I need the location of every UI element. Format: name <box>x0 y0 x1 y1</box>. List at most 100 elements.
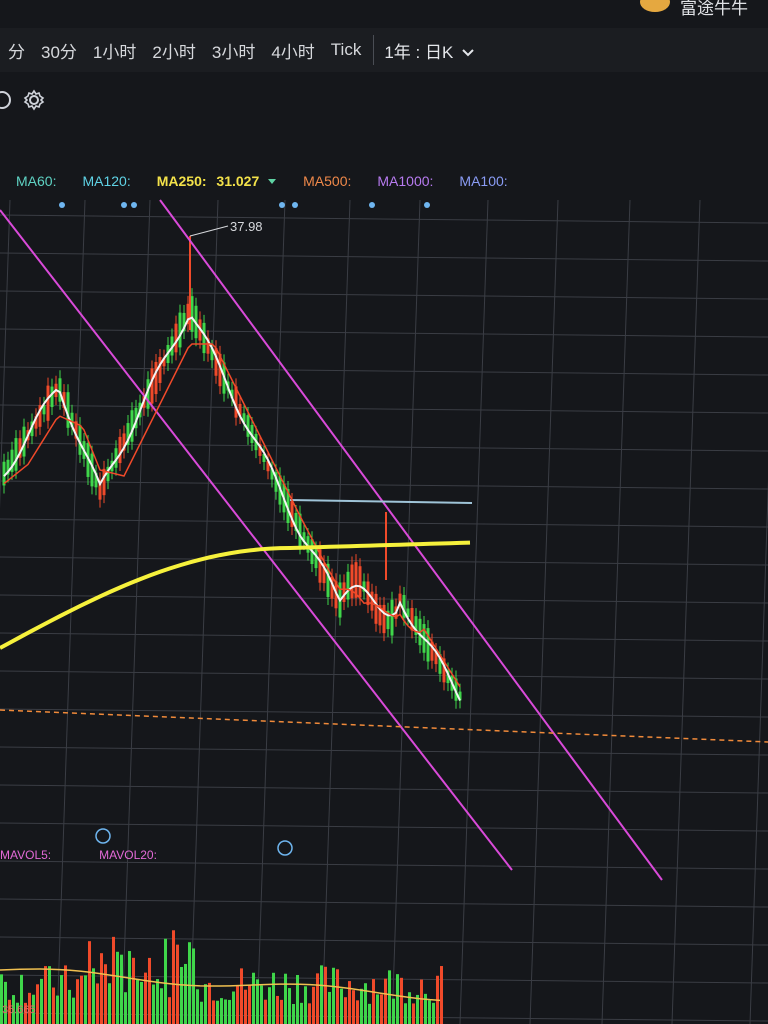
volume-bar <box>240 968 243 1024</box>
mavol20-legend[interactable]: MAVOL20: <box>99 848 157 862</box>
candle-body <box>246 415 250 437</box>
volume-bar <box>216 1000 219 1024</box>
volume-bar <box>120 954 123 1024</box>
volume-bar <box>356 1000 359 1024</box>
grid-h-line <box>0 366 768 376</box>
volume-bar <box>64 965 67 1024</box>
grid-h-line <box>0 746 768 756</box>
candle-body <box>346 571 350 600</box>
volume-value: 35.665 <box>2 1004 36 1016</box>
candle-body <box>350 564 354 599</box>
news-marker-icon <box>277 840 293 856</box>
volume-bar <box>212 1000 215 1024</box>
volume-bar <box>48 966 51 1024</box>
volume-bar <box>172 930 175 1024</box>
volume-bar <box>316 973 319 1024</box>
volume-bar <box>288 988 291 1024</box>
event-marker <box>369 202 375 208</box>
volume-bar <box>184 963 187 1024</box>
event-marker <box>424 202 430 208</box>
mavol5-legend[interactable]: MAVOL5: <box>0 848 51 862</box>
volume-bar <box>296 975 299 1024</box>
volume-bar <box>272 972 275 1024</box>
volume-bar <box>180 966 183 1024</box>
grid-h-line <box>0 480 768 490</box>
volume-bar <box>116 951 119 1024</box>
volume-bar <box>104 964 107 1024</box>
volume-bar <box>380 994 383 1024</box>
volume-bar <box>440 966 443 1024</box>
candle-body <box>158 357 162 383</box>
candle-body <box>102 468 106 496</box>
grid-v-line <box>0 199 11 510</box>
volume-bar <box>376 994 379 1024</box>
volume-bar <box>108 983 111 1024</box>
volume-bar <box>372 979 375 1024</box>
event-marker <box>292 202 298 208</box>
kline-chart[interactable]: 37.98 <box>0 0 768 1024</box>
grid-v-line <box>529 199 559 1024</box>
event-marker <box>59 202 65 208</box>
volume-bar <box>232 991 235 1024</box>
volume-bar <box>320 965 323 1024</box>
volume-bar <box>112 936 115 1024</box>
volume-bar <box>84 975 87 1024</box>
grid-h-line <box>0 708 768 718</box>
volume-bar <box>280 999 283 1024</box>
candle-body <box>150 368 154 404</box>
grid-v-line <box>256 199 286 1024</box>
high-price-label: 37.98 <box>230 219 263 234</box>
event-marker <box>131 202 137 208</box>
candle-body <box>154 361 158 395</box>
volume-bar <box>404 1003 407 1024</box>
volume-bar <box>92 968 95 1024</box>
volume-bar <box>360 988 363 1024</box>
candle-body <box>314 549 318 569</box>
volume-bar <box>260 985 263 1024</box>
volume-bar <box>364 983 367 1024</box>
grid-h-line <box>0 404 768 414</box>
volume-bar <box>244 989 247 1024</box>
volume-bar <box>420 979 423 1024</box>
volume-bar <box>432 1002 435 1024</box>
volume-bar <box>236 985 239 1024</box>
volume-bar <box>152 984 155 1024</box>
volume-bar <box>20 974 23 1024</box>
volume-bar <box>328 991 331 1024</box>
volume-bar <box>128 951 131 1024</box>
volume-bar <box>300 1002 303 1024</box>
grid-v-line <box>749 479 768 1024</box>
volume-bar <box>36 984 39 1024</box>
volume-bar <box>352 990 355 1024</box>
event-markers <box>59 202 430 856</box>
volume-bar <box>72 997 75 1024</box>
volume-bar <box>80 975 83 1024</box>
channel-upper-line <box>159 199 663 881</box>
event-marker <box>121 202 127 208</box>
volume-bar <box>252 972 255 1024</box>
volume-bar <box>56 995 59 1024</box>
volume-bar <box>428 1000 431 1024</box>
volume-bar <box>140 981 143 1024</box>
volume-bar <box>136 979 139 1024</box>
candle-body <box>178 312 182 348</box>
volume-legend: MAVOL5: MAVOL20: <box>0 848 171 862</box>
volume-bar <box>248 985 251 1024</box>
volume-bar <box>368 1003 371 1024</box>
volume-bar <box>312 986 315 1024</box>
grid-h-line <box>0 936 768 946</box>
grid-h-line <box>0 784 768 794</box>
volume-bar <box>344 997 347 1024</box>
volume-bar <box>88 941 91 1024</box>
volume-bar <box>44 966 47 1024</box>
candle-body <box>358 566 362 598</box>
volume-bar <box>336 969 339 1024</box>
volume-bar <box>100 953 103 1024</box>
grid-v-line <box>601 199 631 1024</box>
volume-bar <box>204 984 207 1024</box>
volume-bar <box>324 966 327 1024</box>
volume-bar <box>68 989 71 1024</box>
candle-body <box>14 438 18 471</box>
volume-bar <box>40 978 43 1024</box>
grid-h-line <box>0 822 768 832</box>
